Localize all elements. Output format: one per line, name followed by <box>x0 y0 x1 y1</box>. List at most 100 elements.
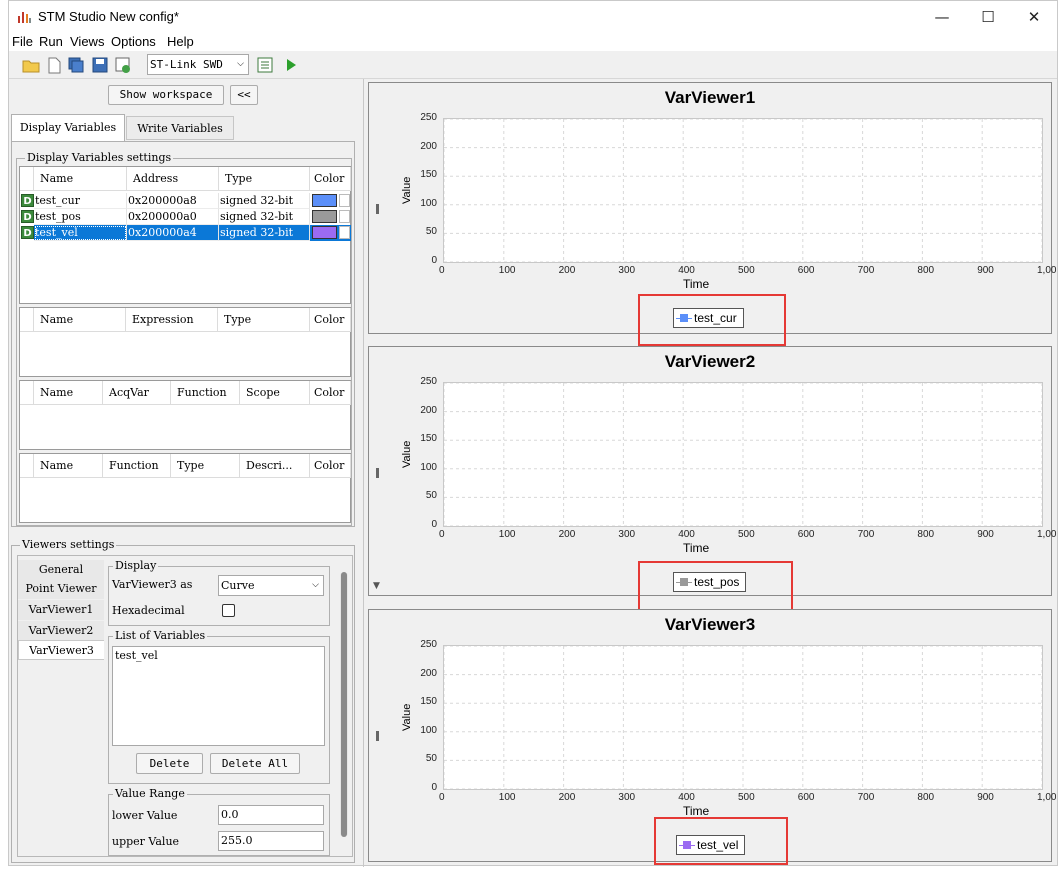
x-tick-label: 500 <box>738 792 755 803</box>
table-row[interactable]: D test_cur 0x200000a8 signed 32-bit <box>20 193 351 209</box>
x-tick-label: 700 <box>857 792 875 803</box>
upper-value-input[interactable]: 255.0 <box>218 831 324 851</box>
color-picker-button[interactable] <box>339 226 350 239</box>
open-folder-icon[interactable] <box>22 56 40 74</box>
x-tick-label: 600 <box>797 529 815 540</box>
resize-handle[interactable] <box>376 468 379 478</box>
delete-button[interactable]: Delete <box>136 753 203 774</box>
menu-help[interactable]: Help <box>167 34 194 49</box>
y-tick-label: 100 <box>420 197 437 209</box>
show-workspace-button[interactable]: Show workspace <box>108 85 224 105</box>
app-window: STM Studio New config* — ☐ ✕ File Run Vi… <box>8 0 1058 867</box>
settings-scrollbar[interactable] <box>340 572 348 837</box>
plot-area[interactable] <box>443 382 1043 527</box>
cell-type: signed 32-bit <box>219 209 310 225</box>
column-header-name[interactable]: Name <box>34 308 126 332</box>
resize-handle[interactable] <box>376 204 379 214</box>
plot-area[interactable] <box>443 118 1043 263</box>
x-axis-label: Time <box>683 541 710 555</box>
export-icon[interactable] <box>114 56 132 74</box>
y-tick-label: 200 <box>420 140 437 152</box>
chevron-down-icon: ⌵ <box>312 580 319 590</box>
minimize-button[interactable]: — <box>919 1 965 33</box>
tab-general[interactable]: General <box>18 560 104 580</box>
column-header-scope[interactable]: Scope <box>240 381 310 405</box>
connection-select[interactable]: ST-Link SWD ⌵ <box>147 54 249 75</box>
x-tick-label: 700 <box>857 529 875 540</box>
column-header-function[interactable]: Function <box>171 381 240 405</box>
tab-write-variables[interactable]: Write Variables <box>126 116 234 140</box>
color-swatch[interactable] <box>312 226 337 239</box>
tab-point-viewer[interactable]: Point Viewer <box>18 579 104 599</box>
column-header-color[interactable]: Color <box>310 381 351 405</box>
x-tick-label: 900 <box>977 792 994 803</box>
close-button[interactable]: ✕ <box>1011 1 1057 33</box>
menu-options[interactable]: Options <box>111 34 156 49</box>
tab-varviewer3[interactable]: VarViewer3 <box>18 640 104 660</box>
display-group-title: Display <box>113 559 159 572</box>
column-header-type[interactable]: Type <box>218 308 310 332</box>
column-header-color[interactable]: Color <box>310 308 351 332</box>
lower-value-input[interactable]: 0.0 <box>218 805 324 825</box>
save-icon[interactable] <box>91 56 109 74</box>
y-tick-label: 150 <box>420 433 437 445</box>
save-all-icon[interactable] <box>67 56 85 74</box>
menu-file[interactable]: File <box>12 34 33 49</box>
column-header-name[interactable]: Name <box>34 381 103 405</box>
color-swatch[interactable] <box>312 210 337 223</box>
table-corner <box>20 308 34 332</box>
scrollbar-thumb[interactable] <box>341 572 347 837</box>
splitter-arrow-icon[interactable]: ▼ <box>373 581 380 591</box>
x-tick-label: 800 <box>917 792 935 803</box>
collapse-button[interactable]: << <box>230 85 258 105</box>
chart-title: VarViewer3 <box>664 615 756 634</box>
settings-icon[interactable] <box>256 56 274 74</box>
column-header-address[interactable]: Address <box>127 167 219 191</box>
highlight-annotation <box>638 294 786 346</box>
maximize-button[interactable]: ☐ <box>965 1 1011 33</box>
column-header-name[interactable]: Name <box>34 167 127 191</box>
table-row[interactable]: D test_vel 0x200000a4 signed 32-bit <box>20 225 351 241</box>
variables-list[interactable]: test_vel <box>112 646 325 746</box>
highlight-annotation <box>638 561 793 613</box>
menu-bar: File Run Views Options Help <box>9 33 1057 51</box>
x-tick-label: 1,00 <box>1037 265 1057 276</box>
left-panel: Show workspace << Display Variables Writ… <box>9 79 359 867</box>
table-row[interactable]: D test_pos 0x200000a0 signed 32-bit <box>20 209 351 225</box>
column-header-name[interactable]: Name <box>34 454 103 478</box>
column-header-function[interactable]: Function <box>103 454 171 478</box>
delete-all-button[interactable]: Delete All <box>210 753 300 774</box>
cell-type: signed 32-bit <box>219 193 310 209</box>
color-picker-button[interactable] <box>339 194 350 207</box>
column-header-expression[interactable]: Expression <box>126 308 218 332</box>
x-tick-label: 100 <box>498 792 516 803</box>
tab-display-variables[interactable]: Display Variables <box>11 114 125 141</box>
column-header-acqvar[interactable]: AcqVar <box>103 381 171 405</box>
tab-varviewer1[interactable]: VarViewer1 <box>18 600 104 620</box>
x-tick-label: 600 <box>797 265 815 276</box>
viewer-mode-select[interactable]: Curve ⌵ <box>218 575 324 596</box>
column-header-description[interactable]: Descri... <box>240 454 310 478</box>
resize-handle[interactable] <box>376 731 379 741</box>
window-title: STM Studio New config* <box>38 9 179 24</box>
x-tick-label: 500 <box>738 529 755 540</box>
menu-views[interactable]: Views <box>70 34 104 49</box>
new-file-icon[interactable] <box>45 56 63 74</box>
column-header-type[interactable]: Type <box>171 454 240 478</box>
hexadecimal-checkbox[interactable] <box>222 604 235 617</box>
column-header-color[interactable]: Color <box>310 167 351 191</box>
color-picker-button[interactable] <box>339 210 350 223</box>
y-tick-label: 0 <box>431 782 437 793</box>
plot-area[interactable] <box>443 645 1043 790</box>
tab-varviewer2[interactable]: VarViewer2 <box>18 621 104 641</box>
run-icon[interactable] <box>282 56 300 74</box>
color-swatch[interactable] <box>312 194 337 207</box>
viewer-mode-label: VarViewer3 as <box>112 578 193 591</box>
column-header-color[interactable]: Color <box>310 454 351 478</box>
x-tick-label: 200 <box>558 529 576 540</box>
y-tick-label: 250 <box>420 639 437 650</box>
list-item[interactable]: test_vel <box>115 649 322 662</box>
y-tick-label: 0 <box>431 255 437 266</box>
menu-run[interactable]: Run <box>39 34 63 49</box>
column-header-type[interactable]: Type <box>219 167 310 191</box>
